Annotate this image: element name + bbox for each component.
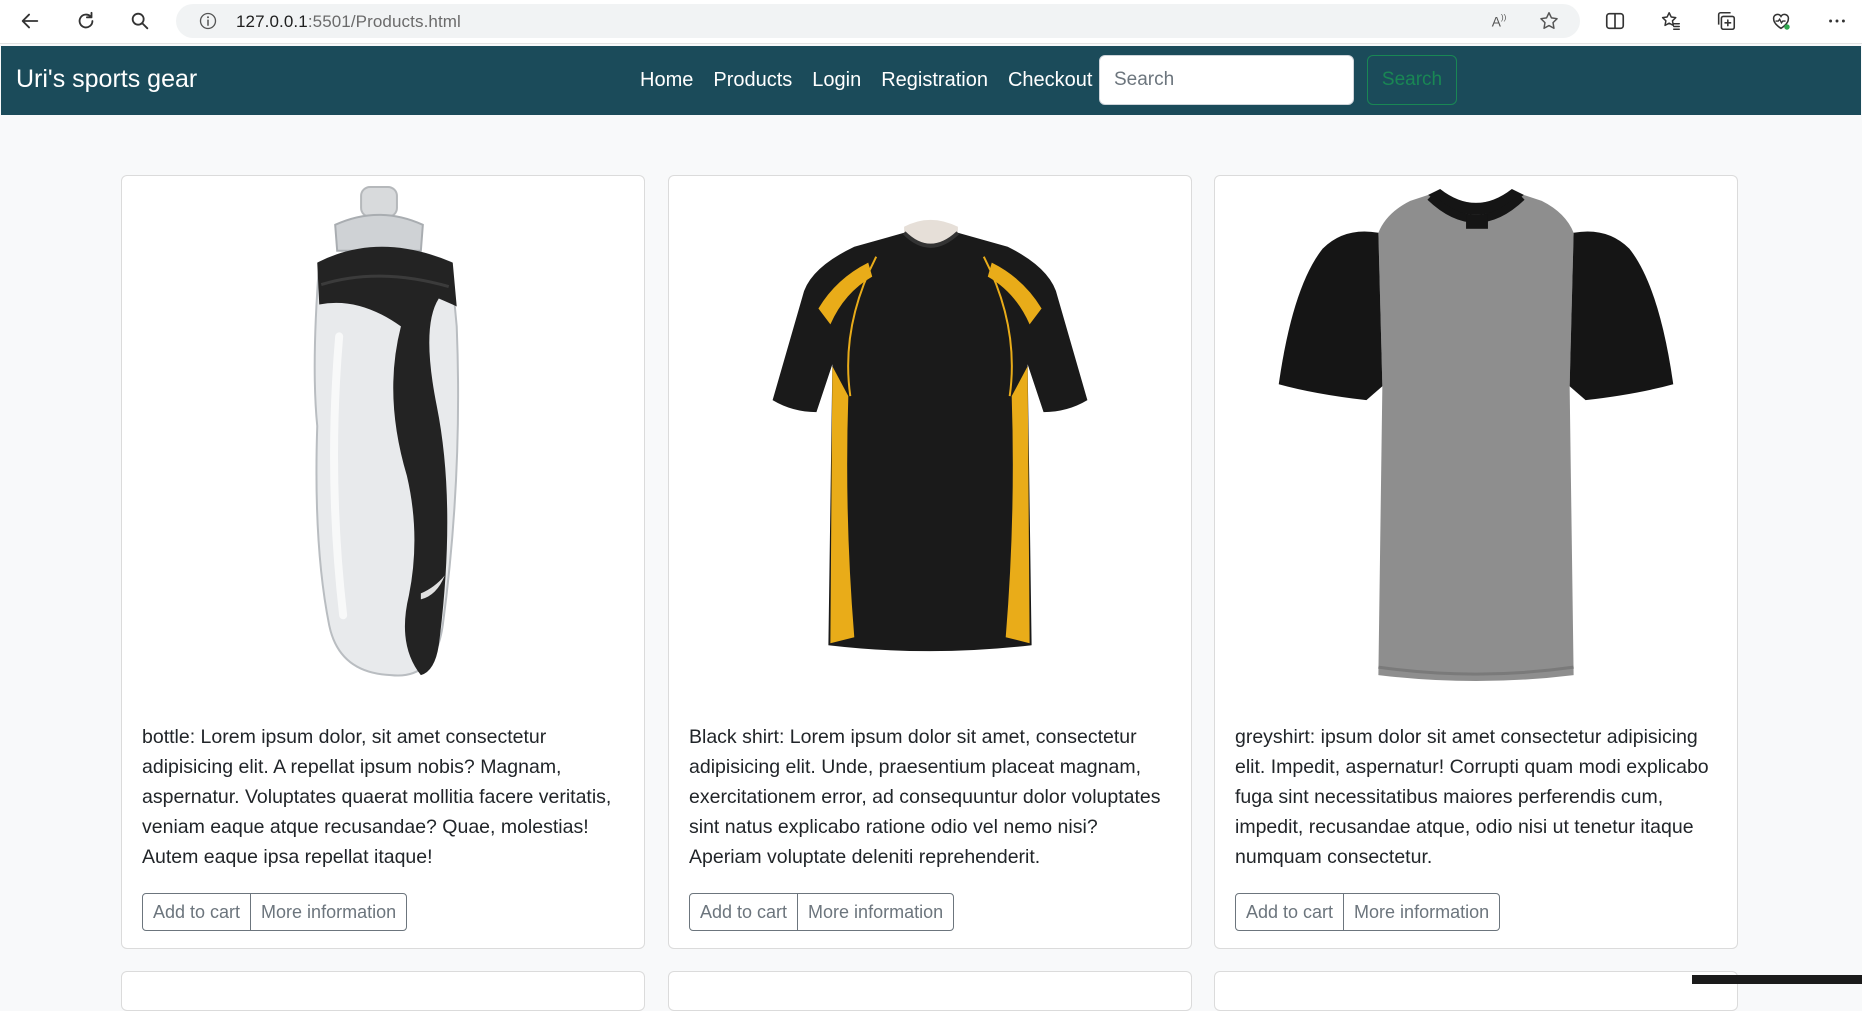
back-icon[interactable] — [14, 6, 46, 36]
product-actions: Add to cart More information — [1235, 893, 1501, 931]
product-description: bottle: Lorem ipsum dolor, sit amet cons… — [142, 726, 612, 868]
product-image-bottle — [122, 176, 644, 696]
nav-link-login[interactable]: Login — [812, 68, 861, 92]
url-text: 127.0.0.1:5501/Products.html — [236, 12, 461, 32]
split-screen-icon[interactable] — [1599, 6, 1631, 36]
product-card-grey-shirt: greyshirt: ipsum dolor sit amet consecte… — [1214, 175, 1738, 949]
add-to-cart-button[interactable]: Add to cart — [142, 893, 252, 931]
product-card-black-shirt: Black shirt: Lorem ipsum dolor sit amet,… — [668, 175, 1192, 949]
product-card-partial — [1214, 971, 1738, 1011]
nav-link-home[interactable]: Home — [640, 68, 693, 92]
more-information-button[interactable]: More information — [797, 893, 955, 931]
product-card-partial — [121, 971, 645, 1011]
nav-link-registration[interactable]: Registration — [881, 68, 988, 92]
product-actions: Add to cart More information — [689, 893, 955, 931]
search-input[interactable] — [1099, 55, 1354, 105]
product-image-grey-shirt — [1215, 176, 1737, 696]
search-button[interactable]: Search — [1367, 55, 1457, 105]
svg-text:)): )) — [1501, 13, 1507, 22]
favorites-icon[interactable] — [1655, 6, 1687, 36]
product-description: greyshirt: ipsum dolor sit amet consecte… — [1235, 726, 1709, 868]
nav-link-checkout[interactable]: Checkout — [1008, 68, 1093, 92]
product-card-partial — [668, 971, 1192, 1011]
product-description: Black shirt: Lorem ipsum dolor sit amet,… — [689, 726, 1161, 868]
browser-essentials-icon[interactable] — [1765, 6, 1797, 36]
search-icon[interactable] — [124, 6, 156, 36]
product-actions: Add to cart More information — [142, 893, 408, 931]
add-to-cart-button[interactable]: Add to cart — [1235, 893, 1345, 931]
browser-toolbar: 127.0.0.1:5501/Products.html A)) — [0, 0, 1862, 44]
url-path: :5501/Products.html — [307, 12, 461, 31]
address-bar[interactable]: 127.0.0.1:5501/Products.html A)) — [176, 4, 1580, 38]
nav-link-products[interactable]: Products — [713, 68, 792, 92]
product-image-black-shirt — [669, 176, 1191, 696]
product-image-partial — [1692, 975, 1862, 984]
favorite-star-icon[interactable] — [1538, 10, 1560, 32]
add-to-cart-button[interactable]: Add to cart — [689, 893, 799, 931]
brand-title[interactable]: Uri's sports gear — [16, 65, 197, 94]
refresh-icon[interactable] — [70, 6, 102, 36]
more-information-button[interactable]: More information — [250, 893, 408, 931]
info-icon[interactable] — [198, 11, 218, 31]
site-navbar: Uri's sports gear Home Products Login Re… — [1, 46, 1861, 115]
product-card-bottle: bottle: Lorem ipsum dolor, sit amet cons… — [121, 175, 645, 949]
nav-links: Home Products Login Registration Checkou… — [640, 68, 1112, 92]
more-information-button[interactable]: More information — [1343, 893, 1501, 931]
read-aloud-icon[interactable]: A)) — [1489, 10, 1511, 32]
url-host: 127.0.0.1 — [236, 12, 308, 31]
collections-icon[interactable] — [1710, 6, 1742, 36]
more-icon[interactable] — [1821, 6, 1853, 36]
